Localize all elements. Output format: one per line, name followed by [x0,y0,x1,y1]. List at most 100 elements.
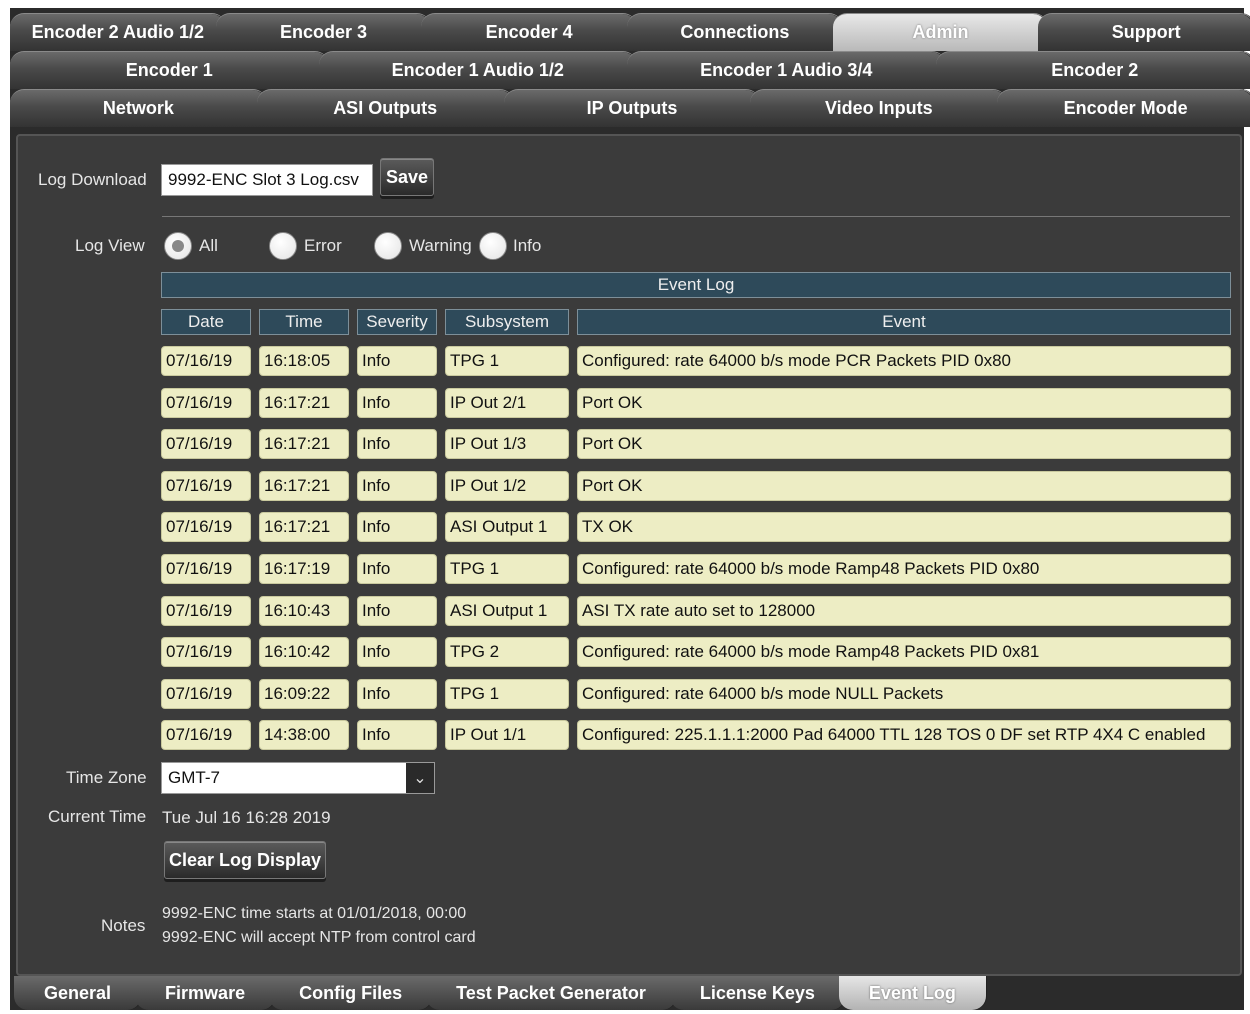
chevron-down-icon[interactable]: ⌄ [406,763,434,793]
cell-time: 16:10:42 [259,637,349,668]
event-log-title: Event Log [161,272,1231,298]
cell-severity: Info [357,554,437,584]
log-view-label: Log View [75,236,145,255]
cell-subsystem: TPG 2 [445,637,569,668]
cell-event: Configured: rate 64000 b/s mode PCR Pack… [577,346,1231,376]
col-header-subsystem: Subsystem [445,309,569,335]
cell-event: Port OK [577,429,1231,460]
cell-date: 07/16/19 [161,595,251,626]
cell-time: 16:09:22 [259,678,349,709]
cell-event: Configured: 225.1.1.1:2000 Pad 64000 TTL… [577,720,1231,751]
cell-subsystem: TPG 1 [445,554,569,584]
tab-general[interactable]: General [14,976,142,1010]
tab-encoder1[interactable]: Encoder 1 [10,51,329,89]
radio-info[interactable] [479,232,507,260]
cell-time: 16:17:21 [259,512,349,543]
cell-date: 07/16/19 [161,554,251,584]
radio-error-label: Error [304,236,342,255]
tab-encoder1-audio34[interactable]: Encoder 1 Audio 3/4 [627,51,946,89]
tab-support[interactable]: Support [1038,13,1250,51]
col-header-severity: Severity [357,309,437,335]
clear-log-display-button[interactable]: Clear Log Display [164,841,326,879]
tab-config-files[interactable]: Config Files [269,976,433,1010]
cell-subsystem: IP Out 2/1 [445,387,569,418]
log-download-label: Log Download [38,170,147,189]
cell-severity: Info [357,512,437,543]
tab-test-packet-generator[interactable]: Test Packet Generator [426,976,676,1010]
cell-time: 16:17:19 [259,554,349,584]
cell-date: 07/16/19 [161,346,251,376]
tab-event-log[interactable]: Event Log [838,976,986,1010]
tab-asi-outputs[interactable]: ASI Outputs [256,89,514,127]
cell-date: 07/16/19 [161,512,251,543]
tab-admin[interactable]: Admin [832,13,1049,51]
radio-all-label: All [199,236,218,255]
col-header-date: Date [161,309,251,335]
cell-event: Port OK [577,470,1231,501]
note-line-2: 9992-ENC will accept NTP from control ca… [162,929,476,946]
cell-time: 16:17:21 [259,387,349,418]
cell-subsystem: IP Out 1/1 [445,720,569,751]
tab-license-keys[interactable]: License Keys [669,976,845,1010]
current-time-value: Tue Jul 16 16:28 2019 [162,808,331,827]
tab-connections[interactable]: Connections [627,13,843,51]
cell-severity: Info [357,637,437,668]
cell-subsystem: ASI Output 1 [445,512,569,543]
cell-severity: Info [357,346,437,376]
cell-severity: Info [357,678,437,709]
cell-time: 16:18:05 [259,346,349,376]
cell-subsystem: IP Out 1/3 [445,429,569,460]
bottom-tab-bar: General Firmware Config Files Test Packe… [14,976,986,1012]
save-button[interactable]: Save [380,158,434,196]
tab-encoder1-audio12[interactable]: Encoder 1 Audio 1/2 [318,51,637,89]
tab-encoder4[interactable]: Encoder 4 [421,13,638,51]
col-header-event: Event [577,309,1231,335]
log-filename-input[interactable]: 9992-ENC Slot 3 Log.csv [161,164,373,196]
cell-date: 07/16/19 [161,637,251,668]
cell-time: 16:17:21 [259,470,349,501]
current-time-label: Current Time [48,807,147,826]
tab-encoder-mode[interactable]: Encoder Mode [997,89,1250,127]
cell-date: 07/16/19 [161,678,251,709]
tab-encoder2-audio12[interactable]: Encoder 2 Audio 1/2 [10,13,226,51]
tab-row-1: Encoder 2 Audio 1/2 Encoder 3 Encoder 4 … [10,13,1250,51]
cell-event: Configured: rate 64000 b/s mode Ramp48 P… [577,554,1231,584]
cell-subsystem: IP Out 1/2 [445,470,569,501]
time-zone-select[interactable]: GMT-7 [161,762,435,794]
radio-all[interactable] [164,232,192,260]
col-header-time: Time [259,309,349,335]
radio-warning[interactable] [374,232,402,260]
tab-row-2: Encoder 1 Encoder 1 Audio 1/2 Encoder 1 … [10,51,1250,89]
cell-subsystem: ASI Output 1 [445,595,569,626]
tab-encoder3[interactable]: Encoder 3 [215,13,432,51]
radio-error[interactable] [269,232,297,260]
cell-severity: Info [357,720,437,751]
tab-encoder2[interactable]: Encoder 2 [935,51,1250,89]
radio-info-label: Info [513,236,542,255]
cell-severity: Info [357,387,437,418]
cell-date: 07/16/19 [161,470,251,501]
cell-event: TX OK [577,512,1231,543]
cell-severity: Info [357,429,437,460]
divider [162,216,1230,217]
cell-event: Port OK [577,387,1231,418]
cell-event: Configured: rate 64000 b/s mode NULL Pac… [577,678,1231,709]
cell-time: 14:38:00 [259,720,349,751]
cell-severity: Info [357,470,437,501]
tab-ip-outputs[interactable]: IP Outputs [503,89,761,127]
cell-time: 16:17:21 [259,429,349,460]
cell-date: 07/16/19 [161,720,251,751]
tab-row-3: Network ASI Outputs IP Outputs Video Inp… [10,89,1250,127]
tab-network[interactable]: Network [10,89,267,127]
notes-label: Notes [101,916,146,935]
cell-date: 07/16/19 [161,429,251,460]
time-zone-label: Time Zone [66,768,147,787]
cell-event: ASI TX rate auto set to 128000 [577,595,1231,626]
tab-video-inputs[interactable]: Video Inputs [750,89,1008,127]
cell-subsystem: TPG 1 [445,678,569,709]
cell-time: 16:10:43 [259,595,349,626]
cell-subsystem: TPG 1 [445,346,569,376]
cell-date: 07/16/19 [161,387,251,418]
note-line-1: 9992-ENC time starts at 01/01/2018, 00:0… [162,905,467,922]
tab-firmware[interactable]: Firmware [135,976,276,1010]
